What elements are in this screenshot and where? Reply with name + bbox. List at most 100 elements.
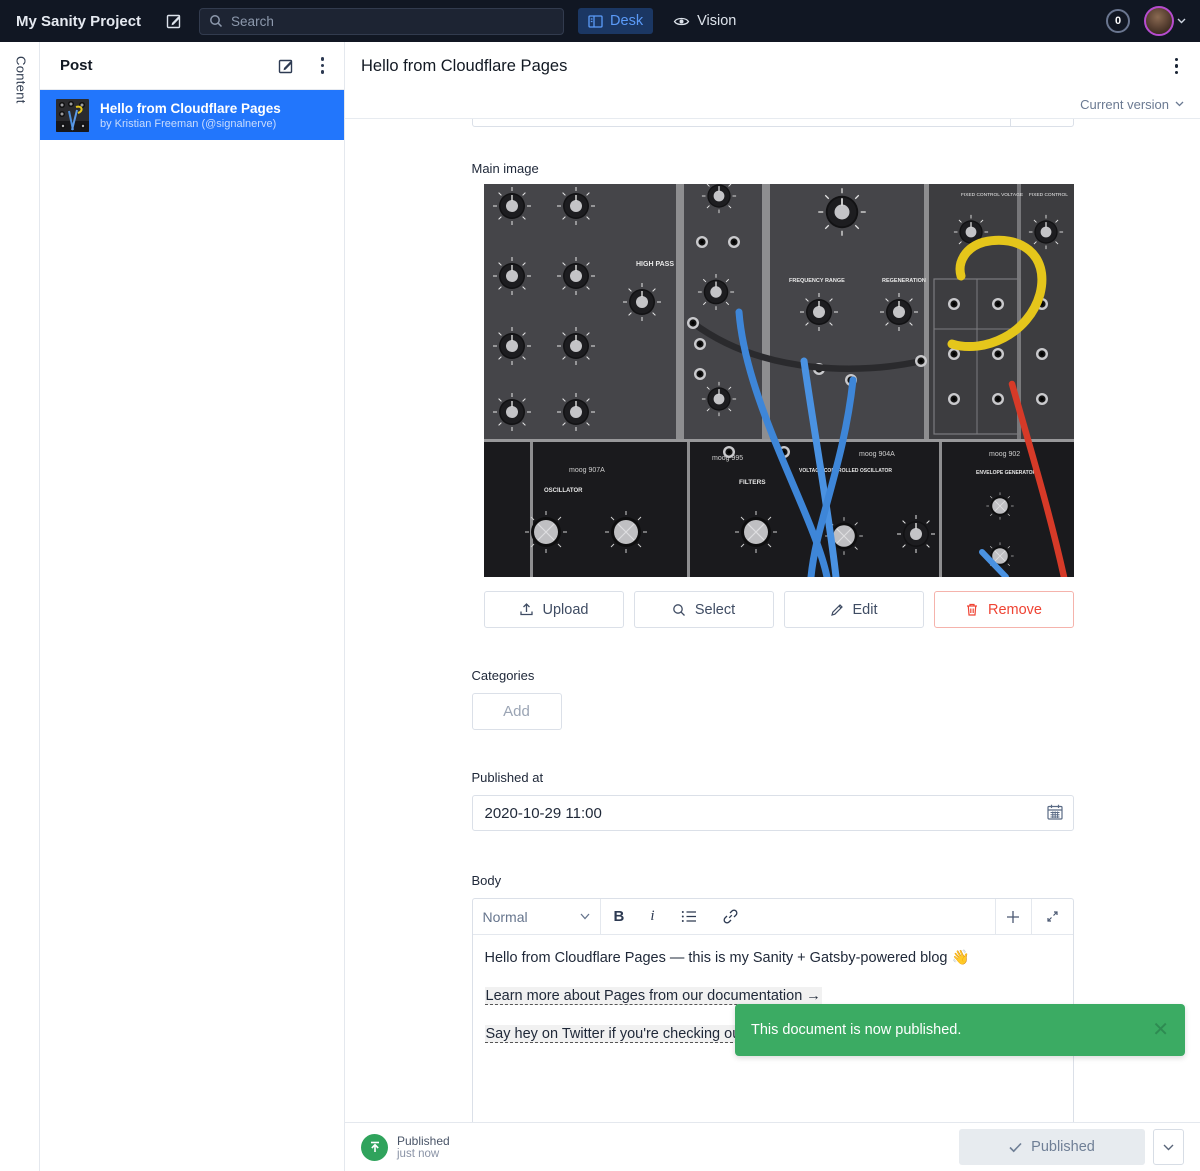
tab-vision[interactable]: Vision (663, 8, 746, 34)
remove-label: Remove (988, 602, 1042, 618)
check-icon (1009, 1142, 1022, 1153)
compose-icon (165, 12, 183, 30)
publish-status-icon (361, 1134, 388, 1161)
document-footer: Published just now Published (345, 1122, 1200, 1171)
bold-button[interactable]: B (601, 899, 638, 934)
kebab-menu-icon[interactable] (319, 55, 327, 76)
kebab-menu-icon[interactable] (1173, 56, 1181, 77)
tool-rail: Content (0, 42, 40, 1171)
search-bar[interactable] (199, 8, 564, 35)
bullet-list-button[interactable] (668, 899, 710, 934)
project-title: My Sanity Project (16, 13, 141, 30)
svg-text:moog 902: moog 902 (989, 451, 1020, 458)
partial-input-field[interactable] (472, 119, 1074, 127)
search-icon (672, 603, 686, 617)
version-dropdown[interactable]: Current version (1080, 97, 1184, 112)
edit-button[interactable]: Edit (784, 591, 924, 628)
new-document-button[interactable] (165, 12, 183, 30)
vision-label: Vision (697, 13, 736, 29)
svg-text:FILTERS: FILTERS (739, 479, 766, 486)
list-item[interactable]: Hello from Cloudflare Pages by Kristian … (40, 90, 344, 140)
pencil-icon (830, 603, 844, 617)
edit-label: Edit (853, 602, 878, 618)
link-button[interactable] (710, 899, 751, 934)
remove-button[interactable]: Remove (934, 591, 1074, 628)
publish-status-title: Published (397, 1134, 450, 1148)
eye-icon (673, 15, 690, 28)
svg-text:HIGH PASS: HIGH PASS (636, 261, 674, 268)
document-title: Hello from Cloudflare Pages (361, 57, 567, 76)
italic-button[interactable]: i (637, 899, 667, 934)
publish-status-time: just now (397, 1148, 450, 1161)
list-item-title: Hello from Cloudflare Pages (100, 100, 281, 117)
svg-text:FREQUENCY RANGE: FREQUENCY RANGE (789, 278, 845, 284)
document-form: Main image (472, 119, 1074, 1122)
upload-icon (519, 602, 534, 617)
navbar-right: 0 (1106, 6, 1186, 36)
search-icon (209, 14, 223, 28)
published-at-input[interactable] (472, 795, 1074, 831)
chevron-down-icon (580, 913, 590, 920)
upload-button[interactable]: Upload (484, 591, 624, 628)
close-icon[interactable]: ✕ (1152, 1020, 1169, 1040)
desk-icon (588, 15, 603, 28)
document-subheader: Current version (345, 90, 1200, 119)
main-image-label: Main image (472, 161, 1074, 176)
main-image-field: HIGH PASS FREQUENCY RANGE REGENERATION F… (472, 184, 1074, 628)
sanity-studio: My Sanity Project (0, 0, 1200, 1171)
trash-icon (965, 602, 979, 617)
svg-text:VOLTAGE CONTROLLED OSCILLATOR: VOLTAGE CONTROLLED OSCILLATOR (799, 468, 892, 474)
calendar-icon[interactable] (1046, 803, 1064, 821)
list-pane-title: Post (60, 57, 93, 74)
published-at-field (472, 795, 1074, 831)
select-button[interactable]: Select (634, 591, 774, 628)
avatar (1144, 6, 1174, 36)
publish-button-label: Published (1031, 1139, 1095, 1155)
list-item-thumbnail (56, 99, 89, 132)
tab-desk[interactable]: Desk (578, 8, 653, 34)
publish-menu-button[interactable] (1153, 1129, 1184, 1165)
main-image-preview[interactable]: HIGH PASS FREQUENCY RANGE REGENERATION F… (484, 184, 1074, 577)
user-menu[interactable] (1144, 6, 1186, 36)
list-item-subtitle: by Kristian Freeman (@signalnerve) (100, 117, 281, 131)
fullscreen-button[interactable] (1031, 899, 1073, 934)
svg-text:REGENERATION: REGENERATION (882, 278, 926, 284)
list-pane-actions (277, 55, 327, 76)
publish-button[interactable]: Published (959, 1129, 1145, 1165)
categories-label: Categories (472, 668, 1074, 683)
editor-toolbar: Normal B i (473, 899, 1073, 935)
search-input[interactable] (231, 14, 554, 29)
upload-label: Upload (543, 602, 589, 618)
plus-icon (1006, 910, 1020, 924)
footer-actions: Published (959, 1129, 1184, 1165)
format-buttons: B i (601, 899, 751, 934)
text-style-dropdown[interactable]: Normal (473, 899, 601, 934)
link-icon (723, 909, 738, 924)
tasks-badge[interactable]: 0 (1106, 9, 1130, 33)
publish-toast: This document is now published. ✕ (735, 1004, 1185, 1056)
svg-text:ENVELOPE GENERATOR: ENVELOPE GENERATOR (976, 470, 1036, 476)
desk-label: Desk (610, 13, 643, 29)
body-label: Body (472, 873, 1074, 888)
svg-text:FIXED CONTROL VOLTAGE: FIXED CONTROL VOLTAGE (961, 192, 1023, 198)
chevron-down-icon (1177, 18, 1186, 24)
version-label: Current version (1080, 97, 1169, 112)
insert-block-button[interactable] (995, 899, 1031, 934)
svg-text:OSCILLATOR: OSCILLATOR (544, 488, 583, 494)
body-link-documentation[interactable]: Learn more about Pages from our document… (485, 987, 822, 1005)
compose-icon[interactable] (277, 57, 295, 75)
svg-text:FIXED CONTROL: FIXED CONTROL (1029, 192, 1068, 198)
tab-content[interactable]: Content (11, 56, 29, 104)
select-label: Select (695, 602, 735, 618)
list-item-text: Hello from Cloudflare Pages by Kristian … (100, 100, 281, 131)
image-button-row: Upload Select (484, 591, 1074, 628)
svg-text:moog 904A: moog 904A (859, 451, 895, 458)
document-header: Hello from Cloudflare Pages (345, 42, 1200, 90)
publish-status-text: Published just now (397, 1134, 450, 1161)
svg-text:moog 907A: moog 907A (569, 467, 605, 474)
list-pane-header: Post (40, 42, 344, 90)
add-category-button[interactable]: Add (472, 693, 562, 730)
expand-icon (1046, 910, 1059, 923)
published-at-label: Published at (472, 770, 1074, 785)
document-form-scroll: Main image (345, 119, 1200, 1122)
